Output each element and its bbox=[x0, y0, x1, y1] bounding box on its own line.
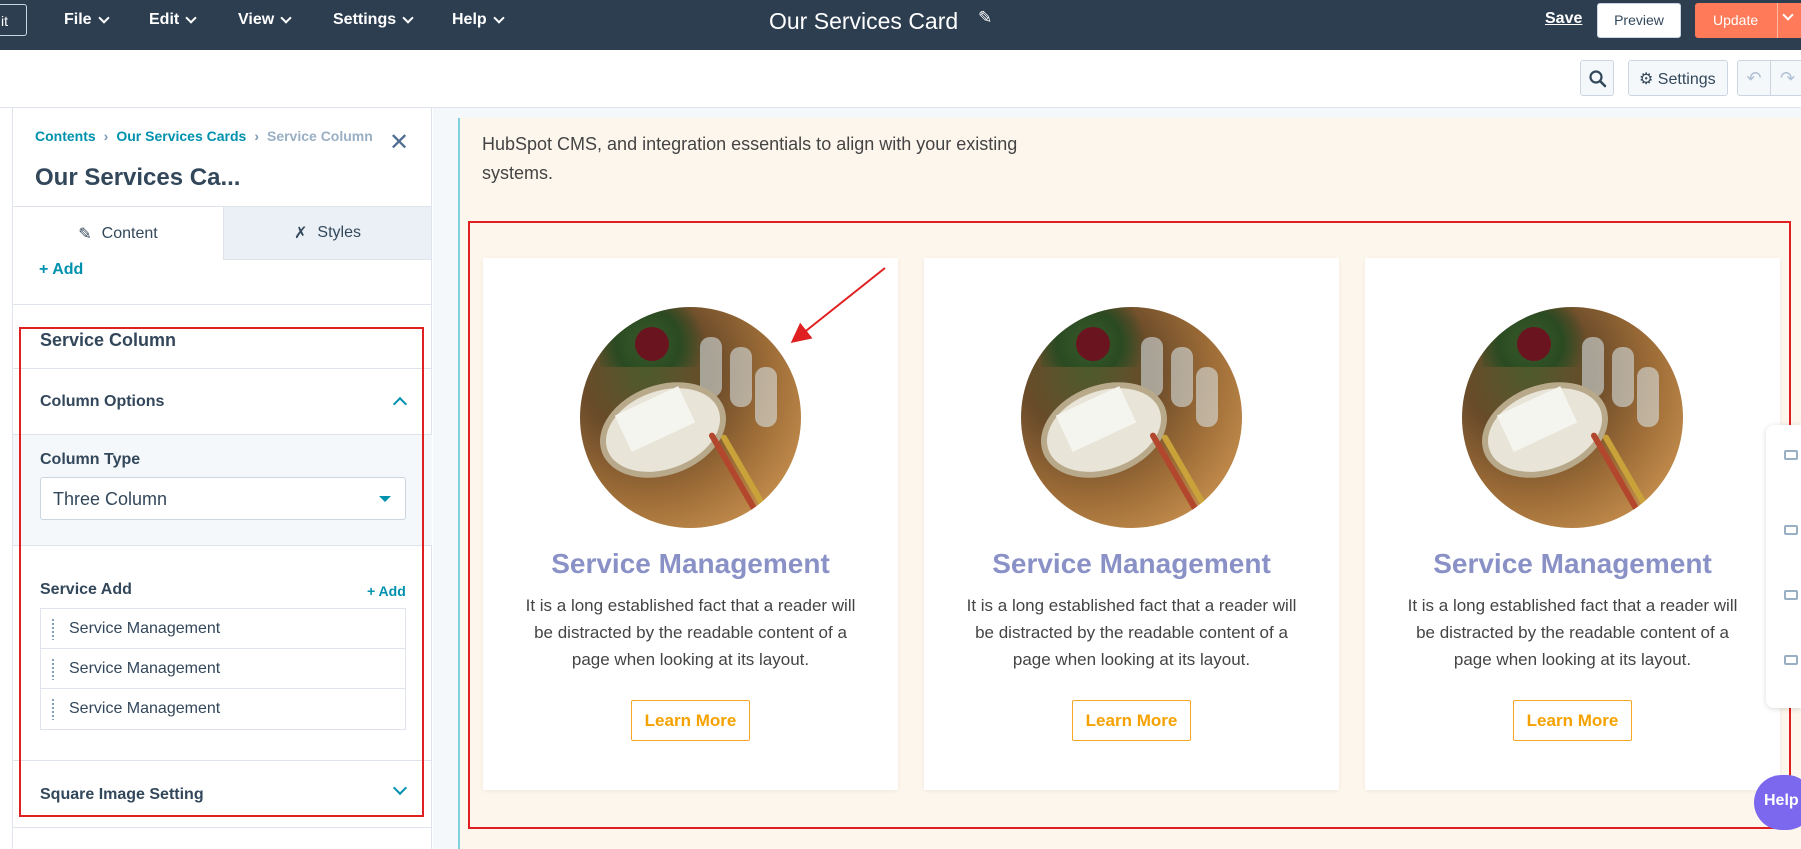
update-dropdown-toggle[interactable] bbox=[1777, 3, 1801, 38]
service-add-link[interactable]: + Add bbox=[367, 583, 406, 599]
list-item-label: Service Management bbox=[69, 619, 221, 637]
calendar-icon bbox=[1784, 655, 1798, 665]
search-button[interactable] bbox=[1580, 60, 1614, 96]
chevron-down-icon bbox=[280, 12, 292, 24]
pencil-icon[interactable]: ✎ bbox=[978, 8, 992, 28]
left-rail bbox=[0, 108, 13, 849]
chevron-down-icon bbox=[97, 12, 110, 24]
service-card-image bbox=[1021, 307, 1242, 528]
tab-styles-label: Styles bbox=[317, 224, 361, 241]
menu-settings[interactable]: Settings bbox=[333, 11, 414, 29]
service-card-title: Service Management bbox=[551, 548, 830, 579]
chevron-down-icon bbox=[493, 12, 505, 24]
caret-down-icon bbox=[379, 496, 391, 502]
menu-file-label: File bbox=[64, 11, 92, 28]
undo-button[interactable]: ↶ bbox=[1737, 60, 1771, 96]
service-card[interactable]: Service Management It is a long establis… bbox=[924, 258, 1339, 790]
list-item-label: Service Management bbox=[69, 700, 221, 717]
gear-icon: ⚙ bbox=[1639, 71, 1654, 88]
search-icon bbox=[1589, 70, 1607, 88]
top-menu-bar: it File Edit View Settings Help Our Serv… bbox=[0, 0, 1801, 50]
service-card-title: Service Management bbox=[992, 548, 1271, 579]
tab-styles[interactable]: ✗ Styles bbox=[223, 206, 432, 260]
service-card[interactable]: Service Management It is a long establis… bbox=[1365, 258, 1780, 790]
breadcrumb: Contents › Our Services Cards › Service … bbox=[35, 128, 373, 144]
breadcrumb-our-services-cards[interactable]: Our Services Cards bbox=[116, 128, 246, 144]
drag-handle-icon[interactable] bbox=[51, 698, 55, 720]
list-item[interactable]: Service Management bbox=[41, 649, 405, 689]
grid-icon bbox=[1784, 450, 1798, 460]
drag-handle-icon[interactable] bbox=[51, 617, 55, 640]
page-title: Our Services Card bbox=[769, 8, 959, 34]
learn-more-button[interactable]: Learn More bbox=[1072, 700, 1191, 741]
intro-text: HubSpot CMS, and integration essentials … bbox=[482, 134, 1018, 183]
sidebar-tabs: ✎ Content ✗ Styles bbox=[13, 206, 432, 260]
comment-icon bbox=[1784, 525, 1798, 535]
redo-icon: ↷ bbox=[1779, 68, 1796, 88]
service-card[interactable]: Service Management It is a long establis… bbox=[483, 258, 898, 790]
column-type-select[interactable]: Three Column bbox=[40, 477, 406, 520]
service-card-image bbox=[580, 307, 801, 528]
service-card-image bbox=[1462, 307, 1683, 528]
plus-icon: + bbox=[39, 261, 49, 278]
chevron-down-icon bbox=[1782, 9, 1794, 21]
learn-more-button[interactable]: Learn More bbox=[631, 700, 750, 741]
service-card-title: Service Management bbox=[1433, 548, 1712, 579]
side-widget-panel[interactable] bbox=[1766, 425, 1801, 708]
breadcrumb-separator-icon: › bbox=[254, 128, 259, 144]
undo-icon: ↶ bbox=[1746, 68, 1762, 88]
menu-edit[interactable]: Edit bbox=[149, 11, 197, 29]
settings-button[interactable]: ⚙ Settings bbox=[1628, 60, 1728, 96]
tab-content-label: Content bbox=[101, 224, 158, 242]
menu-help-label: Help bbox=[452, 11, 487, 28]
close-icon[interactable]: ✕ bbox=[389, 128, 409, 157]
tab-content[interactable]: ✎ Content bbox=[13, 206, 223, 260]
column-type-value: Three Column bbox=[53, 489, 168, 509]
breadcrumb-contents[interactable]: Contents bbox=[35, 128, 96, 144]
square-image-setting-header[interactable]: Square Image Setting bbox=[40, 786, 204, 804]
chevron-down-icon bbox=[402, 12, 414, 24]
editor-toolbar bbox=[0, 50, 1801, 108]
learn-more-button[interactable]: Learn More bbox=[1513, 700, 1632, 741]
breadcrumb-separator-icon: › bbox=[103, 128, 109, 144]
breadcrumb-service-column: Service Column bbox=[266, 128, 373, 144]
drag-handle-icon[interactable] bbox=[51, 657, 55, 680]
list-item-label: Service Management bbox=[69, 659, 221, 677]
service-card-body: It is a long established fact that a rea… bbox=[525, 596, 856, 669]
module-title: Our Services Ca... bbox=[35, 164, 241, 191]
menu-file[interactable]: File bbox=[64, 11, 110, 29]
list-item[interactable]: Service Management bbox=[41, 689, 405, 729]
add-button-label: Add bbox=[52, 261, 84, 278]
list-item[interactable]: Service Management bbox=[41, 609, 405, 649]
service-card-body: It is a long established fact that a rea… bbox=[1407, 596, 1738, 669]
help-button[interactable]: Help bbox=[1754, 775, 1801, 830]
pencil-icon: ✎ bbox=[78, 225, 92, 243]
add-button[interactable]: + Add bbox=[39, 261, 83, 279]
menu-view-label: View bbox=[238, 11, 275, 28]
service-list: Service Management Service Management Se… bbox=[40, 608, 406, 730]
menu-help[interactable]: Help bbox=[452, 11, 505, 29]
exit-button[interactable]: it bbox=[0, 4, 27, 36]
menu-settings-label: Settings bbox=[333, 11, 397, 28]
preview-button[interactable]: Preview bbox=[1597, 3, 1681, 38]
chevron-down-icon bbox=[185, 12, 197, 24]
settings-button-label: Settings bbox=[1657, 71, 1716, 88]
save-button[interactable]: Save bbox=[1545, 10, 1582, 28]
service-card-body: It is a long established fact that a rea… bbox=[966, 596, 1297, 669]
menu-edit-label: Edit bbox=[149, 11, 180, 28]
layout-icon bbox=[1784, 590, 1798, 600]
menu-view[interactable]: View bbox=[238, 11, 292, 29]
styles-icon: ✗ bbox=[294, 225, 308, 242]
redo-button[interactable]: ↷ bbox=[1771, 60, 1801, 96]
